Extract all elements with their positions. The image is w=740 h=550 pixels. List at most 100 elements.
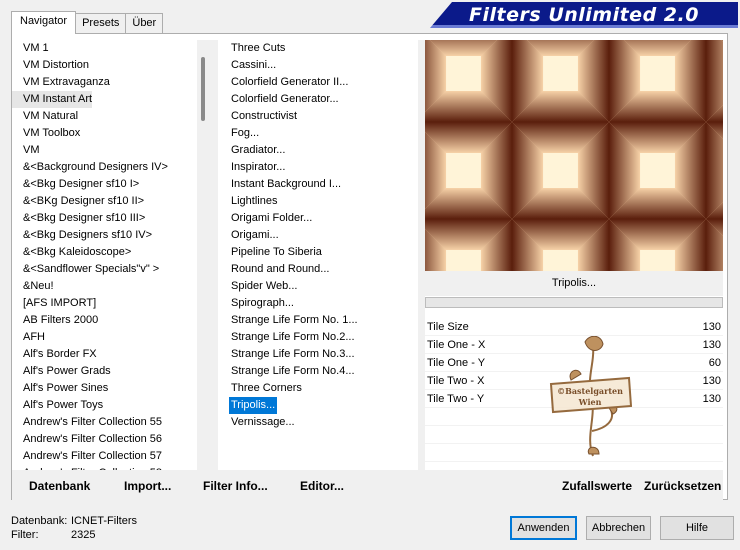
pattern-facet: [446, 250, 481, 271]
list-item[interactable]: Andrew's Filter Collection 56: [12, 431, 197, 448]
param-value: 130: [702, 375, 721, 387]
scrollbar-thumb[interactable]: [201, 57, 205, 121]
import-button[interactable]: Import...: [124, 479, 171, 493]
list-item[interactable]: &<Background Designers IV>: [12, 159, 197, 176]
param-value: 130: [702, 321, 721, 333]
list-item[interactable]: Spirograph...: [218, 295, 418, 312]
param-value: 130: [702, 339, 721, 351]
pattern-facet: [543, 250, 578, 271]
list-item[interactable]: Andrew's Filter Collection 57: [12, 448, 197, 465]
list-item[interactable]: Constructivist: [218, 108, 418, 125]
list-item[interactable]: VM 1: [12, 40, 197, 57]
list-item[interactable]: Alf's Power Grads: [12, 363, 197, 380]
reset-button[interactable]: Zurücksetzen: [644, 479, 721, 493]
status-filter-label: Filter:: [11, 529, 39, 541]
status-area: Datenbank: ICNET-Filters Filter: 2325: [11, 514, 137, 542]
list-item[interactable]: Alf's Border FX: [12, 346, 197, 363]
list-item[interactable]: Colorfield Generator II...: [218, 74, 418, 91]
app-title-banner: Filters Unlimited 2.0: [430, 2, 738, 28]
help-button[interactable]: Hilfe: [660, 516, 734, 540]
list-item[interactable]: AB Filters 2000: [12, 312, 197, 329]
editor-button[interactable]: Editor...: [300, 479, 344, 493]
param-value: 130: [702, 393, 721, 405]
watermark-line2: Wien: [578, 397, 602, 407]
list-item[interactable]: VM: [12, 142, 197, 159]
pattern-facet: [706, 122, 723, 219]
list-item[interactable]: VM Extravaganza: [12, 74, 197, 91]
list-item[interactable]: VM Toolbox: [12, 125, 197, 142]
random-values-button[interactable]: Zufallswerte: [562, 479, 632, 493]
category-list[interactable]: VM 1 VM Distortion VM Extravaganza VM Insta…: [12, 40, 197, 470]
pattern-facet: [640, 250, 675, 271]
list-item[interactable]: Strange Life Form No.4...: [218, 363, 418, 380]
list-item[interactable]: AFH: [12, 329, 197, 346]
list-item[interactable]: Colorfield Generator...: [218, 91, 418, 108]
tab-ueber[interactable]: Über: [125, 13, 164, 33]
pattern-facet: [640, 153, 675, 188]
list-item[interactable]: VM Distortion: [12, 57, 197, 74]
list-item[interactable]: Cassini...: [218, 57, 418, 74]
list-item[interactable]: &<Bkg Designer sf10 I>: [12, 176, 197, 193]
pattern-facet: [543, 153, 578, 188]
list-item[interactable]: &<Sandflower Specials"v" >: [12, 261, 197, 278]
param-label: Tile Two - X: [427, 375, 485, 387]
list-item[interactable]: Vernissage...: [218, 414, 418, 431]
list-item[interactable]: Andrew's Filter Collection 55: [12, 414, 197, 431]
datenbank-button[interactable]: Datenbank: [29, 479, 90, 493]
status-db-label: Datenbank:: [11, 515, 68, 527]
category-list-scrollbar[interactable]: [197, 40, 210, 470]
filter-info-button[interactable]: Filter Info...: [203, 479, 268, 493]
param-label: Tile One - X: [427, 339, 486, 351]
status-filter-count: 2325: [71, 529, 96, 541]
param-value: 60: [708, 357, 721, 369]
list-item[interactable]: &<Bkg Designer sf10 III>: [12, 210, 197, 227]
list-item[interactable]: VM Natural: [12, 108, 197, 125]
list-item[interactable]: Alf's Power Sines: [12, 380, 197, 397]
list-item[interactable]: &<BKg Designer sf10 II>: [12, 193, 197, 210]
list-item[interactable]: Alf's Power Toys: [12, 397, 197, 414]
list-item[interactable]: Three Corners: [218, 380, 418, 397]
list-item[interactable]: Instant Background I...: [218, 176, 418, 193]
list-item[interactable]: Tripolis...: [229, 397, 277, 414]
list-item[interactable]: Strange Life Form No. 1...: [218, 312, 418, 329]
list-separator: [210, 40, 218, 470]
list-item[interactable]: &<Bkg Designers sf10 IV>: [12, 227, 197, 244]
pattern-facet: [446, 153, 481, 188]
list-item[interactable]: Strange Life Form No.2...: [218, 329, 418, 346]
apply-button[interactable]: Anwenden: [510, 516, 577, 540]
list-item[interactable]: Origami...: [218, 227, 418, 244]
tab-navigator[interactable]: Navigator: [11, 11, 77, 34]
banner-corner: [430, 2, 452, 28]
list-item[interactable]: Pipeline To Siberia: [218, 244, 418, 261]
tab-presets[interactable]: Presets: [75, 13, 127, 33]
tripolis-pattern: [425, 40, 723, 271]
cancel-button[interactable]: Abbrechen: [586, 516, 651, 540]
filter-list[interactable]: Three Cuts Cassini... Colorfield Generator…: [218, 40, 418, 470]
param-label: Tile One - Y: [427, 357, 486, 369]
pattern-facet: [446, 56, 481, 91]
status-db-value: ICNET-Filters: [71, 515, 137, 527]
preview-filter-name: Tripolis...: [425, 271, 723, 296]
param-label: Tile Two - Y: [427, 393, 485, 405]
list-item[interactable]: &Neu!: [12, 278, 197, 295]
list-item[interactable]: Three Cuts: [218, 40, 418, 57]
pattern-facet: [543, 56, 578, 91]
pattern-facet: [640, 56, 675, 91]
list-item[interactable]: Fog...: [218, 125, 418, 142]
list-item[interactable]: [AFS IMPORT]: [12, 295, 197, 312]
list-item[interactable]: Lightlines: [218, 193, 418, 210]
progress-bar: [425, 297, 723, 308]
param-label: Tile Size: [427, 321, 469, 333]
preview-image: [425, 40, 723, 271]
list-item[interactable]: Round and Round...: [218, 261, 418, 278]
list-separator: [418, 40, 425, 470]
list-item[interactable]: Origami Folder...: [218, 210, 418, 227]
list-item[interactable]: Gradiator...: [218, 142, 418, 159]
list-item[interactable]: Spider Web...: [218, 278, 418, 295]
list-item[interactable]: &<Bkg Kaleidoscope>: [12, 244, 197, 261]
list-item[interactable]: Inspirator...: [218, 159, 418, 176]
param-row[interactable]: Tile Size 130: [425, 318, 723, 336]
watermark-line1: ©Bastelgarten: [557, 386, 623, 396]
list-item[interactable]: VM Instant Art: [12, 91, 92, 108]
list-item[interactable]: Strange Life Form No.3...: [218, 346, 418, 363]
